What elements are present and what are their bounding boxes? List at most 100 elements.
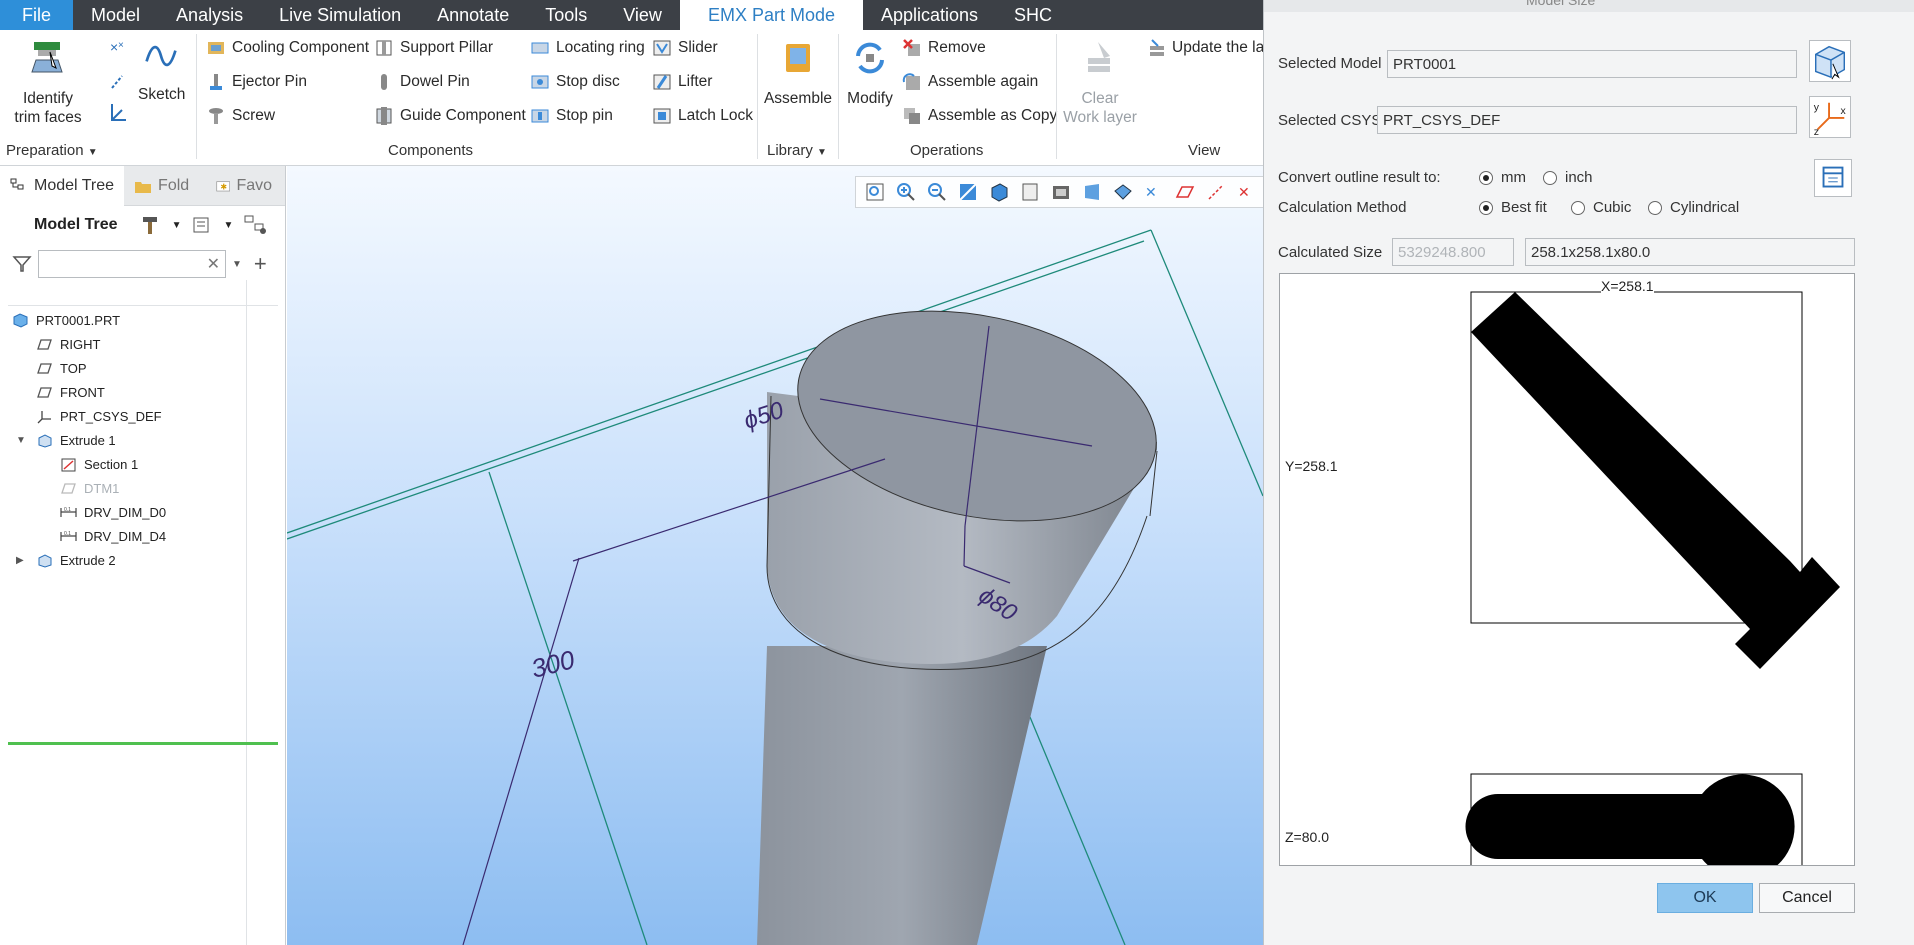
datum-plane-icon bbox=[36, 337, 60, 352]
update-layer-button[interactable]: Update the lay bbox=[1146, 38, 1272, 58]
menu-live-simulation[interactable]: Live Simulation bbox=[261, 0, 419, 30]
selected-csys-field[interactable]: PRT_CSYS_DEF bbox=[1377, 106, 1797, 134]
menu-view[interactable]: View bbox=[605, 0, 680, 30]
info-button[interactable] bbox=[1814, 159, 1852, 197]
tree-item[interactable]: ▶ Extrude 2 bbox=[16, 548, 116, 572]
svg-text:✕: ✕ bbox=[1238, 184, 1250, 200]
show-hidden-icon[interactable] bbox=[243, 214, 269, 236]
expand-triangle-down-icon[interactable]: ▼ bbox=[16, 435, 26, 446]
tree-item[interactable]: PRT0001.PRT bbox=[12, 308, 120, 332]
tree-item-label: PRT_CSYS_DEF bbox=[60, 408, 162, 424]
menu-annotate[interactable]: Annotate bbox=[419, 0, 527, 30]
unit-inch-radio[interactable]: inch bbox=[1543, 169, 1593, 186]
add-icon[interactable]: + bbox=[254, 251, 267, 277]
slider-button[interactable]: Slider bbox=[652, 38, 718, 58]
library-group-label[interactable]: Library ▼ bbox=[767, 142, 827, 159]
radio-dot bbox=[1648, 200, 1662, 215]
support-pillar-button[interactable]: Support Pillar bbox=[374, 38, 493, 58]
filter-icon[interactable] bbox=[12, 254, 32, 274]
remove-button[interactable]: Remove bbox=[902, 38, 986, 58]
assemble-again-button[interactable]: Assemble again bbox=[902, 72, 1038, 92]
tree-item-label: DRV_DIM_D0 bbox=[84, 504, 167, 520]
chevron-down-icon[interactable]: ▼ bbox=[232, 259, 242, 270]
chevron-down-icon: ▼ bbox=[817, 147, 827, 158]
column-splitter[interactable] bbox=[246, 280, 247, 945]
cancel-button[interactable]: Cancel bbox=[1759, 883, 1855, 913]
stop-pin-button[interactable]: Stop pin bbox=[530, 106, 613, 126]
tree-item[interactable]: RIGHT bbox=[36, 332, 100, 356]
lifter-button[interactable]: Lifter bbox=[652, 72, 712, 92]
tools-hammer-icon[interactable] bbox=[140, 214, 162, 236]
cooling-component-button[interactable]: Cooling Component bbox=[206, 38, 369, 58]
zoom-out-icon[interactable] bbox=[926, 181, 948, 203]
menu-applications[interactable]: Applications bbox=[863, 0, 996, 30]
tree-item[interactable]: 0.1 DRV_DIM_D0 bbox=[60, 500, 166, 524]
menu-shc[interactable]: SHC bbox=[996, 0, 1070, 30]
model-view[interactable]: ϕ50 ϕ80 300 bbox=[287, 166, 1263, 945]
sketch-tools-icon[interactable]: × × bbox=[108, 38, 128, 134]
dimension-300[interactable]: 300 bbox=[528, 644, 578, 684]
ok-button[interactable]: OK bbox=[1657, 883, 1753, 913]
sketch-icon bbox=[60, 457, 84, 472]
guide-component-button[interactable]: Guide Component bbox=[374, 106, 526, 126]
method-cylindrical-radio[interactable]: Cylindrical bbox=[1648, 199, 1739, 216]
preparation-group-label[interactable]: Preparation ▼ bbox=[6, 142, 98, 159]
z-dimension-label: Z=80.0 bbox=[1285, 829, 1329, 845]
datum-points-icon[interactable]: ✕ bbox=[1236, 181, 1258, 203]
search-input[interactable] bbox=[38, 250, 226, 278]
tab-favorites[interactable]: ✱ Favo bbox=[206, 166, 282, 206]
chevron-down-icon[interactable]: ▼ bbox=[223, 220, 233, 231]
display-style-icon[interactable] bbox=[988, 181, 1010, 203]
assemble-as-copy-button[interactable]: Assemble as Copy bbox=[902, 106, 1057, 126]
method-best-fit-radio[interactable]: Best fit bbox=[1479, 199, 1547, 216]
tree-item[interactable]: 0.1 DRV_DIM_D4 bbox=[60, 524, 166, 548]
tree-item[interactable]: DTM1 bbox=[60, 476, 119, 500]
menu-tools[interactable]: Tools bbox=[527, 0, 605, 30]
menu-model[interactable]: Model bbox=[73, 0, 158, 30]
insert-here-indicator[interactable] bbox=[8, 742, 278, 745]
ejector-pin-button[interactable]: Ejector Pin bbox=[206, 72, 307, 92]
repaint-icon[interactable] bbox=[957, 181, 979, 203]
section-icon[interactable] bbox=[1112, 181, 1134, 203]
tree-item[interactable]: FRONT bbox=[36, 380, 105, 404]
perspective-icon[interactable] bbox=[1081, 181, 1103, 203]
tree-item[interactable]: TOP bbox=[36, 356, 87, 380]
stop-disc-button[interactable]: Stop disc bbox=[530, 72, 620, 92]
datum-axes-icon[interactable] bbox=[1205, 181, 1227, 203]
tab-model-tree[interactable]: Model Tree bbox=[0, 165, 125, 206]
graphics-viewport[interactable]: ϕ50 ϕ80 300 ✕ ✕ bbox=[287, 166, 1263, 945]
locating-ring-button[interactable]: Locating ring bbox=[530, 38, 645, 58]
saved-orientations-icon[interactable] bbox=[1019, 181, 1041, 203]
expand-triangle-right-icon[interactable]: ▶ bbox=[16, 555, 24, 566]
clear-work-layer-button[interactable]: Clear Work layer bbox=[1062, 38, 1138, 127]
view-manager-icon[interactable] bbox=[1050, 181, 1072, 203]
tree-item-label: DRV_DIM_D4 bbox=[84, 528, 167, 544]
sketch-button[interactable]: Sketch bbox=[138, 38, 185, 104]
stop-pin-icon bbox=[531, 109, 549, 123]
selected-model-field[interactable]: PRT0001 bbox=[1387, 50, 1797, 78]
clear-search-icon[interactable]: ✕ bbox=[207, 254, 220, 274]
dowel-pin-button[interactable]: Dowel Pin bbox=[374, 72, 470, 92]
tree-settings-icon[interactable] bbox=[191, 214, 213, 236]
assemble-button[interactable]: Assemble bbox=[762, 38, 834, 108]
menu-file[interactable]: File bbox=[0, 0, 74, 30]
tree-item[interactable]: PRT_CSYS_DEF bbox=[36, 404, 162, 428]
tab-folder[interactable]: Fold bbox=[124, 166, 206, 206]
identify-trim-faces-button[interactable]: Identify trim faces bbox=[8, 38, 88, 127]
zoom-in-icon[interactable] bbox=[895, 181, 917, 203]
refit-icon[interactable] bbox=[864, 181, 886, 203]
screw-button[interactable]: Screw bbox=[206, 106, 275, 126]
latch-lock-button[interactable]: Latch Lock bbox=[652, 106, 753, 126]
tree-item[interactable]: Section 1 bbox=[60, 452, 138, 476]
datum-planes-icon[interactable] bbox=[1174, 181, 1196, 203]
select-csys-button[interactable]: y x z bbox=[1809, 96, 1851, 138]
chevron-down-icon[interactable]: ▼ bbox=[172, 220, 182, 231]
menu-emx-part-mode[interactable]: EMX Part Mode bbox=[679, 0, 863, 30]
modify-button[interactable]: Modify bbox=[842, 38, 898, 108]
tree-item[interactable]: ▼ Extrude 1 bbox=[16, 428, 116, 452]
select-model-button[interactable] bbox=[1809, 40, 1851, 82]
menu-analysis[interactable]: Analysis bbox=[158, 0, 261, 30]
method-cubic-radio[interactable]: Cubic bbox=[1571, 199, 1631, 216]
datum-display-icon[interactable]: ✕ bbox=[1143, 181, 1165, 203]
unit-mm-radio[interactable]: mm bbox=[1479, 169, 1526, 186]
